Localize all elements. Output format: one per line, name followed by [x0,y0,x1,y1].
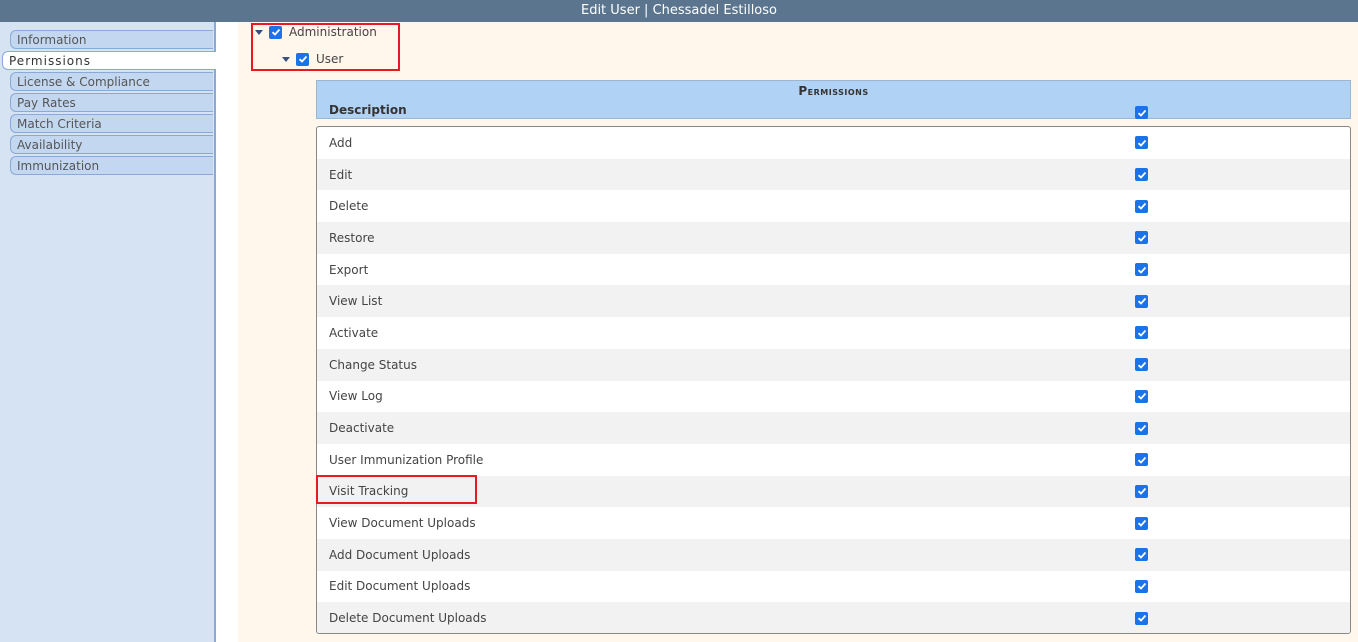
permission-label: User Immunization Profile [329,452,484,467]
check-icon [1137,424,1146,432]
permission-row: Delete [317,190,1350,222]
description-column-header: Description [329,103,407,117]
check-icon [1137,109,1146,117]
sidebar: Information Permissions License & Compli… [0,22,216,642]
permission-label: Add [329,135,353,150]
permission-checkbox[interactable] [1135,548,1148,562]
permission-label: Edit Document Uploads [329,579,471,594]
permission-label: Deactivate [329,421,395,436]
permission-label: Restore [329,230,375,245]
permission-row: Delete Document Uploads [317,602,1350,633]
permission-checkbox[interactable] [1135,421,1148,435]
select-all-checkbox[interactable] [1135,106,1148,119]
check-icon [1137,203,1146,210]
permission-label: View Log [329,389,383,404]
window-title: Edit User | Chessadel Estilloso [0,0,1358,22]
permission-row: Add [317,127,1350,159]
check-icon [1137,234,1146,242]
tab-pay-rates[interactable]: Pay Rates [10,93,213,112]
permission-checkbox[interactable] [1135,453,1148,467]
permission-label: Change Status [329,357,417,372]
permission-label: Export [329,262,369,277]
tab-information[interactable]: Information [10,30,213,49]
permission-label: View List [329,294,383,309]
permission-checkbox[interactable] [1135,611,1148,625]
check-icon [1137,488,1146,496]
permission-label: View Document Uploads [329,516,476,531]
permission-row: View Log [317,381,1350,413]
check-icon [1137,139,1146,147]
permission-label: Activate [329,325,379,340]
permission-checkbox[interactable] [1135,199,1148,213]
permission-checkbox[interactable] [1135,516,1148,530]
permission-row: Edit [317,158,1350,191]
permission-label: Visit Tracking [329,484,409,499]
permission-row: Edit Document Uploads [317,571,1350,603]
permission-row: Change Status [317,348,1350,381]
check-icon [1137,298,1146,306]
permission-checkbox[interactable] [1135,263,1148,277]
check-icon [1137,171,1146,179]
permission-label: Delete [329,199,369,214]
tab-license-compliance[interactable]: License & Compliance [10,72,213,91]
tab-permissions[interactable]: Permissions [2,51,216,70]
permission-checkbox[interactable] [1135,484,1148,498]
check-icon [1137,583,1146,591]
check-icon [1137,551,1146,559]
permission-label: Delete Document Uploads [329,611,487,626]
permission-checkbox[interactable] [1135,294,1148,308]
permissions-header: Permissions Description [316,80,1351,119]
permission-checkbox[interactable] [1135,326,1148,340]
permission-row: Visit Tracking [317,475,1350,508]
check-icon [1137,615,1146,622]
permission-checkbox[interactable] [1135,231,1148,245]
permission-checkbox[interactable] [1135,579,1148,593]
permission-row: Export [317,254,1350,286]
annotation-highlight-box [251,23,400,71]
permission-checkbox[interactable] [1135,358,1148,372]
permission-row: View List [317,285,1350,318]
permission-row: Activate [317,317,1350,349]
tab-immunization[interactable]: Immunization [10,156,213,175]
permission-checkbox[interactable] [1135,136,1148,150]
check-icon [1137,329,1146,337]
check-icon [1137,456,1146,464]
tab-availability[interactable]: Availability [10,135,213,154]
check-icon [1137,519,1146,527]
permission-row: Restore [317,222,1350,254]
check-icon [1137,361,1146,369]
permissions-title: Permissions [798,84,869,98]
tab-match-criteria[interactable]: Match Criteria [10,114,213,133]
permission-checkbox[interactable] [1135,168,1148,182]
permission-checkbox[interactable] [1135,389,1148,403]
check-icon [1137,393,1146,401]
permission-row: User Immunization Profile [317,444,1350,476]
permission-label: Add Document Uploads [329,547,471,562]
permission-label: Edit [329,167,353,182]
permission-row: Add Document Uploads [317,538,1350,571]
permissions-list: Add Edit Delete Restore Export View List Activ… [316,126,1351,634]
permission-row: View Document Uploads [317,507,1350,539]
check-icon [1137,266,1146,274]
divider [216,22,238,642]
permission-row: Deactivate [317,412,1350,444]
